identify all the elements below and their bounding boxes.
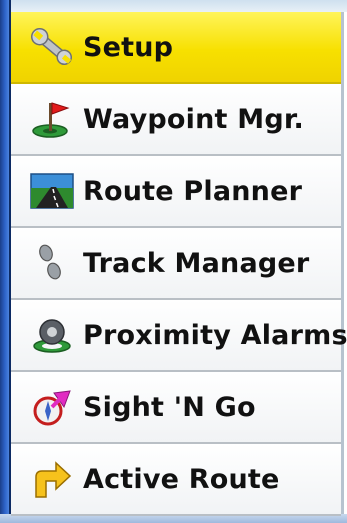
menu-item-setup[interactable]: Setup bbox=[11, 12, 341, 84]
menu-item-sight-n-go[interactable]: Sight 'N Go bbox=[11, 372, 341, 444]
main-menu-list: Setup Waypoint Mgr. Route Planner Track … bbox=[11, 12, 347, 516]
menu-item-proximity-alarms[interactable]: Proximity Alarms bbox=[11, 300, 347, 372]
menu-item-label: Sight 'N Go bbox=[83, 391, 256, 423]
menu-item-label: Proximity Alarms bbox=[83, 319, 347, 351]
frame-top bbox=[0, 0, 347, 12]
device-screen: Setup Waypoint Mgr. Route Planner Track … bbox=[0, 0, 347, 523]
menu-item-track-manager[interactable]: Track Manager bbox=[11, 228, 341, 300]
wrench-icon bbox=[27, 27, 77, 67]
menu-item-active-route[interactable]: Active Route bbox=[11, 444, 341, 516]
flag-icon bbox=[27, 99, 77, 139]
alarm-icon bbox=[27, 315, 77, 355]
menu-item-label: Waypoint Mgr. bbox=[83, 103, 304, 135]
road-icon bbox=[27, 171, 77, 211]
menu-item-route-planner[interactable]: Route Planner bbox=[11, 156, 341, 228]
footprints-icon bbox=[27, 243, 77, 283]
frame-left-edge bbox=[0, 0, 11, 523]
compass-icon bbox=[27, 387, 77, 427]
menu-item-label: Route Planner bbox=[83, 175, 303, 207]
menu-item-waypoint-mgr[interactable]: Waypoint Mgr. bbox=[11, 84, 341, 156]
menu-item-label: Track Manager bbox=[83, 247, 310, 279]
menu-item-label: Setup bbox=[83, 31, 174, 63]
turn-arrow-icon bbox=[27, 459, 77, 499]
menu-item-label: Active Route bbox=[83, 463, 280, 495]
